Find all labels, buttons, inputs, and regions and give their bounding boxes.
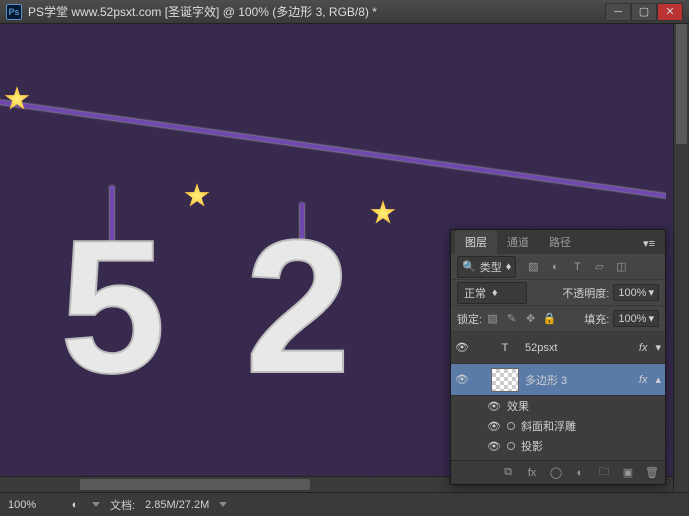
effect-shadow[interactable]: 👁 投影 (451, 436, 665, 456)
vertical-scrollbar[interactable] (673, 24, 689, 492)
panel-menu-icon[interactable]: ▾≡ (637, 233, 661, 254)
status-bar: 100% ◐ 文档: 2.85M/27.2M (0, 492, 689, 516)
search-icon: 🔍 (462, 260, 476, 273)
visibility-toggle-icon[interactable]: 👁 (455, 373, 469, 386)
filter-row: 🔍 类型 ♦ ▨ ◐ T ▱ ◫ (451, 254, 665, 280)
fill-value: 100% (618, 313, 646, 325)
group-icon[interactable]: 🗀 (597, 466, 611, 480)
chevron-down-icon: ♦ (506, 261, 512, 273)
visibility-toggle-icon[interactable]: 👁 (455, 341, 469, 354)
adjustment-icon[interactable]: ◐ (573, 466, 587, 480)
fx-menu-icon[interactable]: fx (525, 466, 539, 480)
shape-layer-thumb (491, 368, 519, 392)
lock-position-icon[interactable]: ✥ (524, 312, 537, 325)
scrollbar-thumb[interactable] (80, 479, 310, 490)
layer-name[interactable]: 52psxt (525, 342, 633, 354)
opacity-input[interactable]: 100% ▾ (613, 284, 659, 301)
chevron-up-icon[interactable]: ▴ (655, 373, 661, 386)
chevron-down-icon[interactable]: ▾ (655, 341, 661, 354)
fx-badge[interactable]: fx (639, 374, 648, 386)
filter-pixel-icon[interactable]: ▨ (526, 260, 540, 274)
tab-layers[interactable]: 图层 (455, 230, 497, 254)
fill-label: 填充: (584, 311, 609, 327)
lock-pixels-icon[interactable]: ✎ (505, 312, 518, 325)
window-controls: ─ ▢ ✕ (605, 3, 683, 21)
effects-group[interactable]: 👁 效果 (451, 396, 665, 416)
star-decoration (4, 86, 30, 112)
layer-row[interactable]: 👁 T 52psxt fx ▾ (451, 332, 665, 364)
star-decoration (184, 183, 210, 209)
close-button[interactable]: ✕ (657, 3, 683, 21)
chevron-down-icon: ♦ (492, 287, 498, 299)
minimize-button[interactable]: ─ (605, 3, 631, 21)
filter-text-icon[interactable]: T (570, 260, 584, 274)
status-menu-icon[interactable] (92, 502, 100, 507)
delete-layer-icon[interactable]: 🗑 (645, 466, 659, 480)
fx-badge[interactable]: fx (639, 342, 648, 354)
artwork-digit: 2 (245, 198, 351, 416)
new-layer-icon[interactable]: ▣ (621, 466, 635, 480)
chevron-down-icon: ▾ (648, 286, 654, 299)
effect-name: 投影 (521, 438, 543, 454)
chevron-down-icon: ▾ (648, 312, 654, 325)
panel-footer: ⧉ fx ◯ ◐ 🗀 ▣ 🗑 (451, 460, 665, 484)
lock-all-icon[interactable]: 🔒 (543, 312, 556, 325)
visibility-toggle-icon[interactable]: 👁 (487, 420, 501, 433)
blend-row: 正常 ♦ 不透明度: 100% ▾ (451, 280, 665, 306)
effects-label: 效果 (507, 398, 529, 414)
doc-menu-icon[interactable] (219, 502, 227, 507)
maximize-button[interactable]: ▢ (631, 3, 657, 21)
scrollbar-thumb[interactable] (676, 24, 687, 144)
lock-transparency-icon[interactable]: ▨ (486, 312, 499, 325)
blend-mode-label: 正常 (464, 285, 486, 301)
opacity-value: 100% (618, 287, 646, 299)
link-layers-icon[interactable]: ⧉ (501, 466, 515, 480)
blend-mode-select[interactable]: 正常 ♦ (457, 282, 527, 304)
filter-adjust-icon[interactable]: ◐ (548, 260, 562, 274)
star-decoration (370, 200, 396, 226)
zoom-value[interactable]: 100% (8, 499, 58, 511)
visibility-toggle-icon[interactable]: 👁 (487, 400, 501, 413)
tab-paths[interactable]: 路径 (539, 230, 581, 254)
filter-smart-icon[interactable]: ◫ (614, 260, 628, 274)
fill-input[interactable]: 100% ▾ (613, 310, 659, 327)
doc-size-label: 文档: (110, 497, 135, 513)
artwork-digit: 5 (60, 198, 166, 416)
layer-row[interactable]: 👁 多边形 3 fx ▴ (451, 364, 665, 396)
mask-icon[interactable]: ◯ (549, 466, 563, 480)
text-layer-thumb-icon: T (491, 336, 519, 360)
layers-panel: 图层 通道 路径 ▾≡ 🔍 类型 ♦ ▨ ◐ T ▱ ◫ 正常 ♦ 不透明度: … (450, 229, 666, 485)
filter-kind-select[interactable]: 🔍 类型 ♦ (457, 256, 516, 278)
layer-name[interactable]: 多边形 3 (525, 372, 633, 388)
effect-bullet-icon (507, 422, 515, 430)
effect-bullet-icon (507, 442, 515, 450)
document-title: PS学堂 www.52psxt.com [圣诞字效] @ 100% (多边形 3… (28, 3, 605, 20)
lock-label: 锁定: (457, 311, 482, 327)
panel-tabs: 图层 通道 路径 ▾≡ (451, 230, 665, 254)
effect-name: 斜面和浮雕 (521, 418, 576, 434)
doc-size-value: 2.85M/27.2M (145, 499, 209, 511)
title-bar: Ps PS学堂 www.52psxt.com [圣诞字效] @ 100% (多边… (0, 0, 689, 24)
lock-row: 锁定: ▨ ✎ ✥ 🔒 填充: 100% ▾ (451, 306, 665, 332)
layer-list: 👁 T 52psxt fx ▾ 👁 多边形 3 fx ▴ 👁 效果 👁 斜面和浮… (451, 332, 665, 460)
filter-shape-icon[interactable]: ▱ (592, 260, 606, 274)
tab-channels[interactable]: 通道 (497, 230, 539, 254)
status-icon[interactable]: ◐ (68, 498, 82, 512)
visibility-toggle-icon[interactable]: 👁 (487, 440, 501, 453)
app-icon: Ps (6, 4, 22, 20)
opacity-label: 不透明度: (562, 285, 609, 301)
effect-bevel[interactable]: 👁 斜面和浮雕 (451, 416, 665, 436)
filter-kind-label: 类型 (480, 259, 502, 275)
